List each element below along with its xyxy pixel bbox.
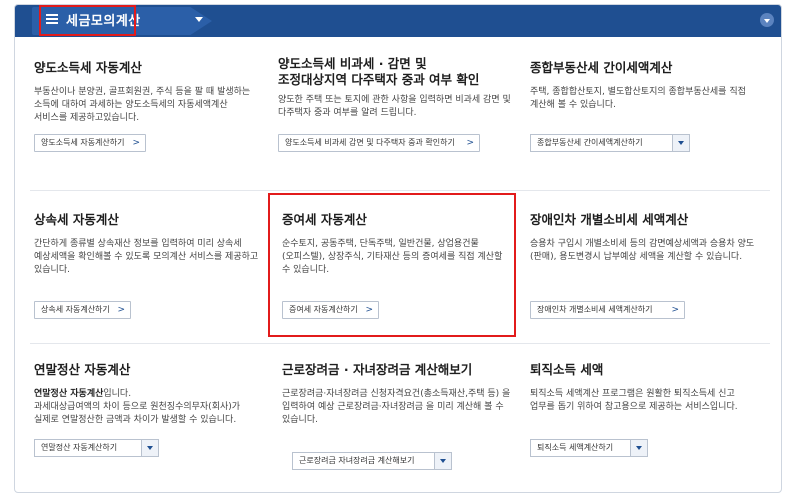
exemption-check-button[interactable]: 양도소득세 비과세 감면 및 다주택자 중과 확인하기 > [278, 134, 480, 152]
chevron-down-icon[interactable] [141, 440, 158, 456]
button-label: 장애인차 개별소비세 세액계산하기 [537, 305, 653, 314]
title-highlight-box [39, 5, 136, 36]
card-inheritance: 상속세 자동계산 간단하게 종류별 상속재산 정보를 입력하여 미리 상속세 예… [34, 212, 259, 277]
card-desc: 양도한 주택 또는 토지에 관한 사항을 입력하면 비과세 감면 및 다주택자 … [278, 95, 511, 118]
card-desc: 연말정산 자동계산입니다. [34, 388, 264, 401]
card-title: 장애인차 개별소비세 세액계산 [530, 212, 689, 227]
card-title: 종합부동산세 간이세액계산 [530, 60, 673, 75]
card-title: 퇴직소득 세액 [530, 362, 604, 377]
card-disabled-vehicle: 장애인차 개별소비세 세액계산 승용차 구입시 개별소비세 등의 감면예상세액과… [530, 212, 755, 264]
chevron-right-icon: > [132, 138, 140, 148]
card-title: 연말정산 자동계산 [34, 362, 131, 377]
card-exemption-check: 양도소득세 비과세 · 감면 및 조정대상지역 다주택자 중과 여부 확인 양도… [278, 56, 518, 120]
year-end-settlement-select[interactable]: 연말정산 자동계산하기 [34, 439, 159, 457]
card-desc-2: 과세대상급여액의 차이 등으로 원천징수의무자(회사)가 실제로 연말정산한 금… [34, 402, 241, 425]
desc-rest: 입니다. [103, 389, 132, 399]
select-label: 근로장려금 자녀장려금 계산해보기 [299, 456, 415, 465]
caret-down-icon[interactable] [195, 17, 203, 22]
chevron-down-icon[interactable] [672, 135, 689, 151]
chevron-down-icon[interactable] [434, 453, 451, 469]
card-year-end-settlement: 연말정산 자동계산 연말정산 자동계산입니다. 과세대상급여액의 차이 등으로 … [34, 362, 264, 427]
card-title: 근로장려금 · 자녀장려금 계산해보기 [282, 362, 473, 377]
card-earned-income-credit: 근로장려금 · 자녀장려금 계산해보기 근로장려금·자녀장려금 신청자격요건(총… [282, 362, 514, 427]
button-label: 상속세 자동계산하기 [41, 305, 110, 314]
card-capital-gains: 양도소득세 자동계산 부동산이나 분양권, 골프회원권, 주식 등을 팔 때 발… [34, 60, 259, 125]
chevron-right-icon: > [466, 138, 474, 148]
card-title: 양도소득세 자동계산 [34, 60, 142, 75]
select-label: 연말정산 자동계산하기 [41, 443, 118, 452]
retirement-income-select[interactable]: 퇴직소득 세액계산하기 [530, 439, 648, 457]
card-desc: 승용차 구입시 개별소비세 등의 감면예상세액과 승용차 양도(판매), 용도변… [530, 239, 755, 262]
button-label: 양도소득세 비과세 감면 및 다주택자 중과 확인하기 [285, 138, 455, 147]
card-comprehensive-property: 종합부동산세 간이세액계산 주택, 종합합산토지, 별도합산토지의 종합부동산세… [530, 60, 755, 112]
card-desc: 부동산이나 분양권, 골프회원권, 주식 등을 팔 때 발생하는 소득에 대하여… [34, 87, 251, 123]
card-retirement-income: 퇴직소득 세액 퇴직소득 세액계산 프로그램은 원활한 퇴직소득세 신고 업무를… [530, 362, 755, 414]
desc-bold: 연말정산 자동계산 [34, 389, 104, 399]
card-desc: 주택, 종합합산토지, 별도합산토지의 종합부동산세를 직접 계산해 볼 수 있… [530, 87, 746, 110]
collapse-circle-icon[interactable] [760, 13, 774, 27]
card-title-line1: 양도소득세 비과세 · 감면 및 [278, 56, 427, 71]
card-desc: 간단하게 종류별 상속재산 정보를 입력하여 미리 상속세 예상세액을 확인해볼… [34, 239, 259, 275]
gift-tax-highlight-box [268, 193, 516, 337]
chevron-down-icon[interactable] [630, 440, 647, 456]
card-title: 상속세 자동계산 [34, 212, 119, 227]
row-divider [30, 190, 770, 191]
capital-gains-calc-button[interactable]: 양도소득세 자동계산하기 > [34, 134, 146, 152]
card-desc: 퇴직소득 세액계산 프로그램은 원활한 퇴직소득세 신고 업무를 돕기 위하여 … [530, 389, 738, 412]
card-desc: 근로장려금·자녀장려금 신청자격요건(총소득재산,주택 등) 을 입력하여 예상… [282, 389, 511, 425]
earned-income-credit-select[interactable]: 근로장려금 자녀장려금 계산해보기 [292, 452, 452, 470]
disabled-vehicle-calc-button[interactable]: 장애인차 개별소비세 세액계산하기 > [530, 301, 685, 319]
comprehensive-property-select[interactable]: 종합부동산세 간이세액계산하기 [530, 134, 690, 152]
chevron-right-icon: > [117, 305, 125, 315]
select-label: 종합부동산세 간이세액계산하기 [537, 138, 643, 147]
button-label: 양도소득세 자동계산하기 [41, 138, 125, 147]
card-title-line2: 조정대상지역 다주택자 중과 여부 확인 [278, 72, 480, 87]
select-label: 퇴직소득 세액계산하기 [537, 443, 614, 452]
row-divider [30, 343, 770, 344]
inheritance-calc-button[interactable]: 상속세 자동계산하기 > [34, 301, 131, 319]
chevron-right-icon: > [671, 305, 679, 315]
